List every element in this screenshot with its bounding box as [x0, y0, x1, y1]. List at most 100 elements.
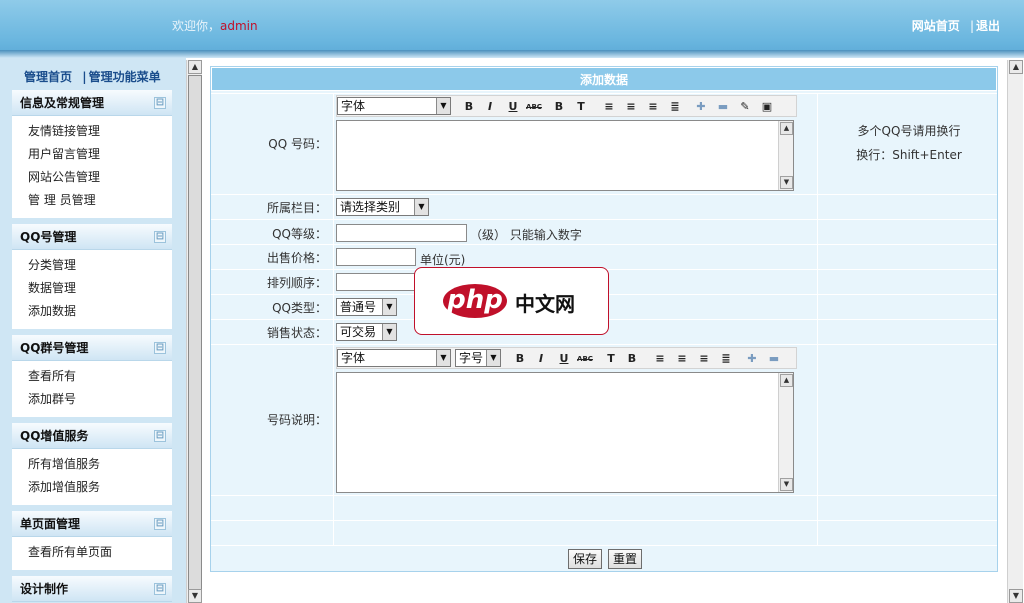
expand-icon[interactable]: ✚ [693, 99, 709, 115]
sidebar-item-admins[interactable]: 管 理 员管理 [12, 189, 172, 212]
scroll-down-arrow-icon[interactable]: ▼ [780, 478, 793, 491]
header-bar: 欢迎你，admin 网站首页 | 退出 [0, 0, 1024, 58]
shrink-icon[interactable]: ▬ [715, 99, 731, 115]
type-select[interactable]: 普通号 ▼ [336, 298, 397, 316]
qq-tip-line1: 多个QQ号请用换行 [857, 124, 961, 138]
align-left-icon[interactable]: ≡ [652, 351, 668, 367]
bold-icon[interactable]: B [512, 351, 528, 367]
collapse-icon[interactable]: ⊟ [154, 583, 166, 595]
sidebar-item-add-group[interactable]: 添加群号 [12, 388, 172, 411]
scroll-up-arrow-icon[interactable]: ▲ [780, 374, 793, 387]
scroll-up-arrow-icon[interactable]: ▲ [188, 60, 202, 74]
link-separator: | [969, 19, 974, 33]
sidebar-item-notices[interactable]: 网站公告管理 [12, 166, 172, 189]
sidebar-item-add-service[interactable]: 添加增值服务 [12, 476, 172, 499]
sidebar-item-view-all[interactable]: 查看所有 [12, 365, 172, 388]
order-label: 排列顺序： [266, 276, 327, 290]
sidebar-scrollbar[interactable]: ▲ ▼ [186, 60, 202, 603]
collapse-icon[interactable]: ⊟ [154, 430, 166, 442]
scroll-down-arrow-icon[interactable]: ▼ [188, 589, 202, 603]
background-color-icon[interactable]: B [551, 99, 567, 115]
level-input[interactable] [336, 224, 467, 242]
group-title[interactable]: 设计制作 ⊟ [12, 576, 172, 602]
reset-button[interactable]: 重置 [608, 549, 643, 569]
sidebar-item-messages[interactable]: 用户留言管理 [12, 143, 172, 166]
font-size-select-value: 字号 [459, 351, 484, 365]
sidebar-item-categories[interactable]: 分类管理 [12, 254, 172, 277]
expand-icon[interactable]: ✚ [744, 351, 760, 367]
sidebar-item-all-pages[interactable]: 查看所有单页面 [12, 541, 172, 564]
shrink-icon[interactable]: ▬ [766, 351, 782, 367]
status-select[interactable]: 可交易 ▼ [336, 323, 397, 341]
scroll-thumb[interactable] [188, 75, 202, 597]
font-size-select[interactable]: 字号 ▼ [455, 349, 501, 367]
scroll-down-arrow-icon[interactable]: ▼ [780, 176, 793, 189]
qq-tip-line2: 换行：Shift+Enter [856, 148, 962, 162]
edit-source-icon[interactable]: ✎ [737, 99, 753, 115]
sidebar-item-data[interactable]: 数据管理 [12, 277, 172, 300]
group-title[interactable]: QQ号管理 ⊟ [12, 224, 172, 250]
price-row: 出售价格： 单位(元) [211, 244, 997, 269]
scroll-up-arrow-icon[interactable]: ▲ [780, 122, 793, 135]
order-input[interactable] [336, 273, 416, 291]
welcome-prefix: 欢迎你， [172, 19, 221, 33]
group-title[interactable]: QQ群号管理 ⊟ [12, 335, 172, 361]
justify-icon[interactable]: ≣ [718, 351, 734, 367]
text-color-icon[interactable]: T [603, 351, 619, 367]
description-row: 号码说明： 字体 ▼ 字号 ▼ B I U ABC T B ≡ ≡ ≡ ≣ ✚ ▬ … [211, 344, 997, 495]
sidebar-item-all-services[interactable]: 所有增值服务 [12, 453, 172, 476]
chevron-down-icon: ▼ [382, 324, 396, 340]
font-select[interactable]: 字体 ▼ [337, 97, 451, 115]
category-label: 所属栏目： [266, 201, 327, 215]
collapse-icon[interactable]: ⊟ [154, 342, 166, 354]
text-color-icon[interactable]: T [573, 99, 589, 115]
align-right-icon[interactable]: ≡ [696, 351, 712, 367]
type-select-value: 普通号 [340, 300, 377, 314]
main-scrollbar[interactable]: ▲ ▼ [1007, 60, 1023, 603]
logout-link[interactable]: 退出 [976, 19, 1000, 33]
textarea-scrollbar[interactable]: ▲ ▼ [778, 373, 793, 492]
italic-icon[interactable]: I [482, 99, 498, 115]
justify-icon[interactable]: ≣ [667, 99, 683, 115]
align-left-icon[interactable]: ≡ [601, 99, 617, 115]
welcome-text: 欢迎你，admin [172, 17, 258, 34]
textarea-scrollbar[interactable]: ▲ ▼ [778, 121, 793, 190]
category-select[interactable]: 请选择类别 ▼ [336, 198, 429, 216]
qq-number-row: QQ 号码： 字体 ▼ B I U ABC B T ≡ ≡ ≡ ≣ ✚ ▬ ✎ ▣… [211, 93, 997, 194]
underline-icon[interactable]: U [556, 351, 572, 367]
bold-icon[interactable]: B [461, 99, 477, 115]
font-select[interactable]: 字体 ▼ [337, 349, 451, 367]
italic-icon[interactable]: I [533, 351, 549, 367]
header-strip [0, 50, 1024, 58]
sidebar-item-links[interactable]: 友情链接管理 [12, 120, 172, 143]
level-label: QQ等级： [272, 227, 327, 241]
group-title[interactable]: QQ增值服务 ⊟ [12, 423, 172, 449]
align-right-icon[interactable]: ≡ [645, 99, 661, 115]
strikethrough-icon[interactable]: ABC [526, 99, 542, 115]
scroll-down-arrow-icon[interactable]: ▼ [1009, 589, 1023, 603]
description-textarea[interactable]: ▲ ▼ [336, 372, 794, 493]
form-title: 添加数据 [211, 67, 997, 91]
align-center-icon[interactable]: ≡ [623, 99, 639, 115]
site-home-link[interactable]: 网站首页 [912, 19, 960, 33]
collapse-icon[interactable]: ⊟ [154, 97, 166, 109]
sidebar-head-separator: | [82, 70, 87, 84]
collapse-icon[interactable]: ⊟ [154, 231, 166, 243]
strikethrough-icon[interactable]: ABC [577, 351, 593, 367]
price-input[interactable] [336, 248, 416, 266]
collapse-icon[interactable]: ⊟ [154, 518, 166, 530]
sidebar: 管理首页 | 管理功能菜单 信息及常规管理 ⊟ 友情链接管理 用户留言管理 网站公告… [0, 58, 186, 603]
background-color-icon[interactable]: B [624, 351, 640, 367]
qq-number-textarea[interactable]: ▲ ▼ [336, 120, 794, 191]
scroll-up-arrow-icon[interactable]: ▲ [1009, 60, 1023, 74]
group-title-label: QQ群号管理 [20, 341, 89, 355]
underline-icon[interactable]: U [505, 99, 521, 115]
admin-home-link[interactable]: 管理首页 [24, 70, 72, 84]
sidebar-item-add-data[interactable]: 添加数据 [12, 300, 172, 323]
save-button[interactable]: 保存 [568, 549, 603, 569]
group-title[interactable]: 信息及常规管理 ⊟ [12, 90, 172, 116]
preview-icon[interactable]: ▣ [759, 99, 775, 115]
group-title[interactable]: 单页面管理 ⊟ [12, 511, 172, 537]
chevron-down-icon: ▼ [414, 199, 428, 215]
align-center-icon[interactable]: ≡ [674, 351, 690, 367]
